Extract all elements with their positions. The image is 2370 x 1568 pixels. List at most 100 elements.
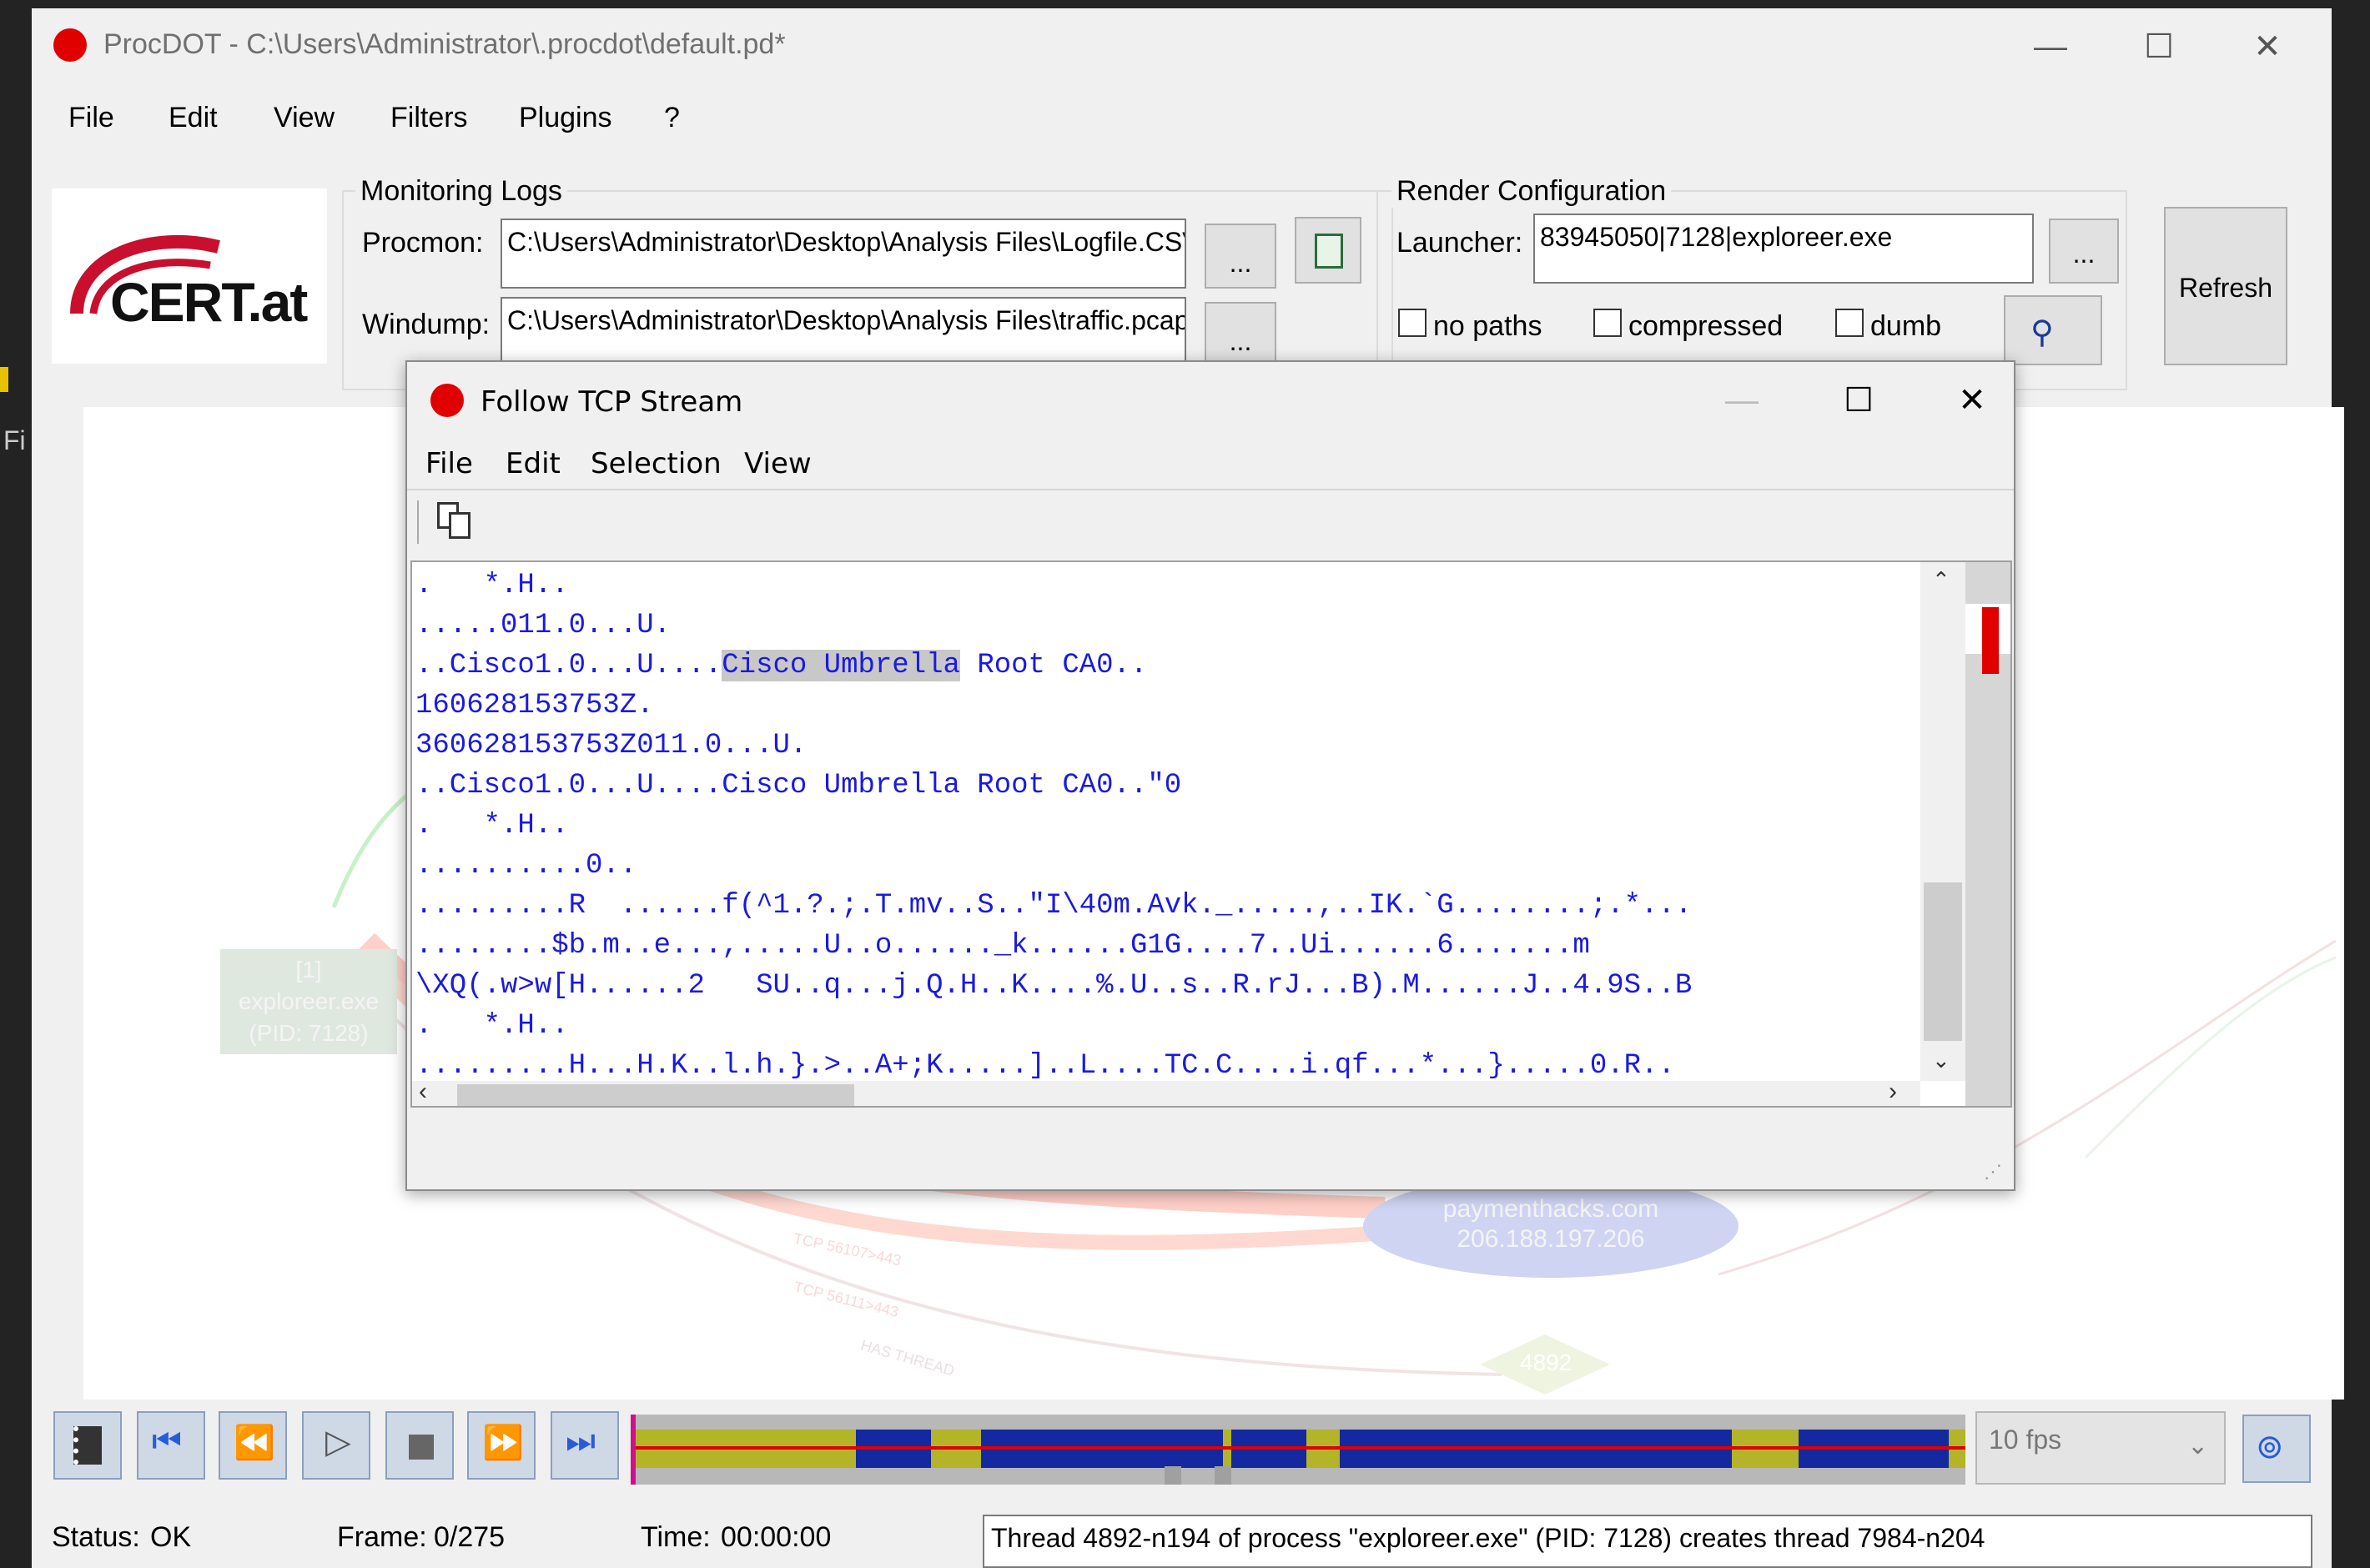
procmon-import-button[interactable]	[1295, 217, 1361, 284]
fps-select[interactable]: 10 fps ⌄	[1975, 1411, 2226, 1485]
scroll-left-icon[interactable]: ‹	[419, 1078, 427, 1106]
match-marker	[1982, 607, 1999, 674]
stream-line: .........H...H.K..l.h.}.>..A+;K.....]..L…	[415, 1050, 1675, 1082]
app-icon	[53, 28, 87, 62]
dialog-menu-selection[interactable]: Selection	[591, 447, 722, 480]
render-config-label: Render Configuration	[1391, 175, 1672, 208]
resize-grip-icon[interactable]: ⋰	[1984, 1161, 2002, 1183]
sync-button[interactable]: ⊚	[2242, 1415, 2311, 1483]
stream-line: \XQ(.w>w[H......2 SU..q...j.Q.H..K....%.…	[415, 970, 1693, 1002]
process-node-name: exploreer.exe	[238, 988, 380, 1014]
dialog-menu-file[interactable]: File	[425, 447, 473, 480]
skip-first-icon: ⏮	[152, 1423, 182, 1460]
compressed-checkbox[interactable]	[1593, 309, 1622, 337]
minimize-button[interactable]: —	[2017, 22, 2084, 72]
follow-tcp-stream-dialog: Follow TCP Stream — ☐ ✕ File Edit Select…	[405, 360, 2015, 1191]
time-value: 00:00:00	[721, 1521, 832, 1553]
menu-help[interactable]: ?	[664, 102, 680, 134]
vertical-scrollbar[interactable]: ⌃ ⌄	[1920, 562, 1965, 1081]
menu-filters[interactable]: Filters	[390, 102, 468, 134]
rewind-icon: ⏪	[234, 1425, 275, 1461]
stream-text-area[interactable]: . *.H.. .....011.0...U. ..Cisco1.0...U..…	[410, 560, 2012, 1108]
first-frame-button[interactable]: ⏮	[137, 1411, 205, 1480]
dialog-minimize-button[interactable]: —	[1708, 375, 1775, 425]
menu-edit[interactable]: Edit	[169, 102, 218, 134]
stream-line-prefix: ..Cisco1.0...U....	[415, 650, 722, 681]
scroll-thumb[interactable]	[1924, 882, 1962, 1041]
stream-line: 160628153753Z.	[415, 690, 654, 721]
horizontal-scrollbar[interactable]: ‹ ›	[412, 1078, 1920, 1106]
film-icon	[73, 1426, 102, 1465]
timeline-track[interactable]	[631, 1415, 1965, 1485]
graph-layout-icon: ⚲	[2030, 315, 2054, 350]
frame-value: 0/275	[434, 1521, 506, 1553]
stream-line-suffix: Root CA0..	[959, 650, 1148, 681]
windump-path-input[interactable]: C:\Users\Administrator\Desktop\Analysis …	[501, 297, 1186, 367]
monitoring-logs-label: Monitoring Logs	[355, 175, 567, 208]
server-node-ip: 206.188.197.206	[1457, 1225, 1645, 1253]
launcher-input[interactable]: 83945050|7128|exploreer.exe	[1533, 214, 2034, 284]
skip-last-icon: ⏭	[566, 1423, 596, 1460]
background-window-text: Fi	[3, 425, 26, 455]
stream-line: ..Cisco1.0...U....Cisco Umbrella Root CA…	[415, 770, 1182, 802]
overview-ruler[interactable]	[1965, 562, 2010, 1106]
no-paths-checkbox[interactable]	[1398, 309, 1427, 337]
h-scroll-thumb[interactable]	[457, 1084, 854, 1106]
stop-button[interactable]	[385, 1411, 454, 1480]
stream-line: ........$b.m..e...,.....U..o......_k....…	[415, 930, 1590, 962]
dialog-toolbar	[407, 489, 2014, 490]
scroll-up-icon[interactable]: ⌃	[1932, 567, 1950, 593]
dialog-maximize-button[interactable]: ☐	[1825, 375, 1892, 425]
menu-plugins[interactable]: Plugins	[519, 102, 612, 134]
thread-node-label: 4892	[1520, 1349, 1572, 1375]
copy-button[interactable]	[432, 499, 476, 542]
dialog-title: Follow TCP Stream	[481, 385, 743, 419]
windump-browse-button[interactable]: ...	[1205, 302, 1276, 367]
close-button[interactable]: ✕	[2234, 22, 2301, 72]
menu-view[interactable]: View	[274, 102, 335, 134]
stream-text-lines: . *.H.. .....011.0...U. ..Cisco1.0...U..…	[415, 565, 1917, 1083]
scroll-down-icon[interactable]: ⌄	[1932, 1048, 1950, 1073]
stream-line: 360628153753Z011.0...U.	[415, 730, 808, 761]
procmon-browse-button[interactable]: ...	[1205, 224, 1276, 289]
stream-line-highlighted: ..Cisco1.0...U....Cisco Umbrella Root CA…	[415, 646, 1917, 686]
dialog-menu-edit[interactable]: Edit	[506, 447, 561, 480]
thread-node[interactable]: 4892	[1478, 1333, 1612, 1396]
no-paths-label: no paths	[1433, 310, 1542, 342]
fast-forward-button[interactable]: ⏩	[467, 1411, 536, 1480]
process-node[interactable]: [1] exploreer.exe (PID: 7128)	[220, 949, 397, 1054]
stream-line: ..........0..	[415, 850, 637, 882]
time-label: Time:	[641, 1521, 711, 1553]
window-title: ProcDOT - C:\Users\Administrator\.procdo…	[103, 28, 786, 60]
toolbar-separator	[417, 500, 419, 544]
refresh-button[interactable]: Refresh	[2164, 207, 2287, 365]
selected-text: Cisco Umbrella	[722, 650, 960, 681]
link-rings-icon: ⊚	[2256, 1429, 2284, 1465]
last-frame-button[interactable]: ⏭	[551, 1411, 619, 1480]
stop-icon	[409, 1435, 434, 1460]
maximize-button[interactable]: ☐	[2126, 22, 2192, 72]
play-button[interactable]: ▷	[302, 1411, 370, 1480]
launcher-label: Launcher:	[1396, 227, 1523, 259]
menu-file[interactable]: File	[68, 102, 114, 134]
fps-value: 10 fps	[1989, 1425, 2062, 1455]
dumb-checkbox[interactable]	[1835, 309, 1864, 337]
status-message: Thread 4892-n194 of process "exploreer.e…	[983, 1515, 2312, 1568]
scroll-right-icon[interactable]: ›	[1889, 1078, 1897, 1106]
windump-label: Windump:	[362, 309, 491, 340]
chevron-down-icon: ⌄	[2187, 1432, 2209, 1460]
background-window-edge	[0, 367, 8, 392]
launcher-browse-button[interactable]: ...	[2049, 219, 2119, 284]
stream-line: .........R ......f(^1.?.;.T.mv..S.."I\40…	[415, 890, 1693, 922]
layout-options-button[interactable]: ⚲	[2004, 295, 2102, 365]
process-node-id: [1]	[295, 957, 322, 983]
dialog-menu-view[interactable]: View	[744, 447, 812, 480]
play-icon: ▷	[325, 1424, 351, 1460]
procmon-path-input[interactable]: C:\Users\Administrator\Desktop\Analysis …	[501, 219, 1186, 289]
stream-line: .....011.0...U.	[415, 610, 672, 641]
film-button[interactable]	[53, 1411, 122, 1480]
logo-text: CERT.at	[110, 271, 308, 333]
status-value: OK	[150, 1521, 192, 1553]
dialog-close-button[interactable]: ✕	[1939, 375, 2005, 425]
rewind-button[interactable]: ⏪	[219, 1411, 287, 1480]
